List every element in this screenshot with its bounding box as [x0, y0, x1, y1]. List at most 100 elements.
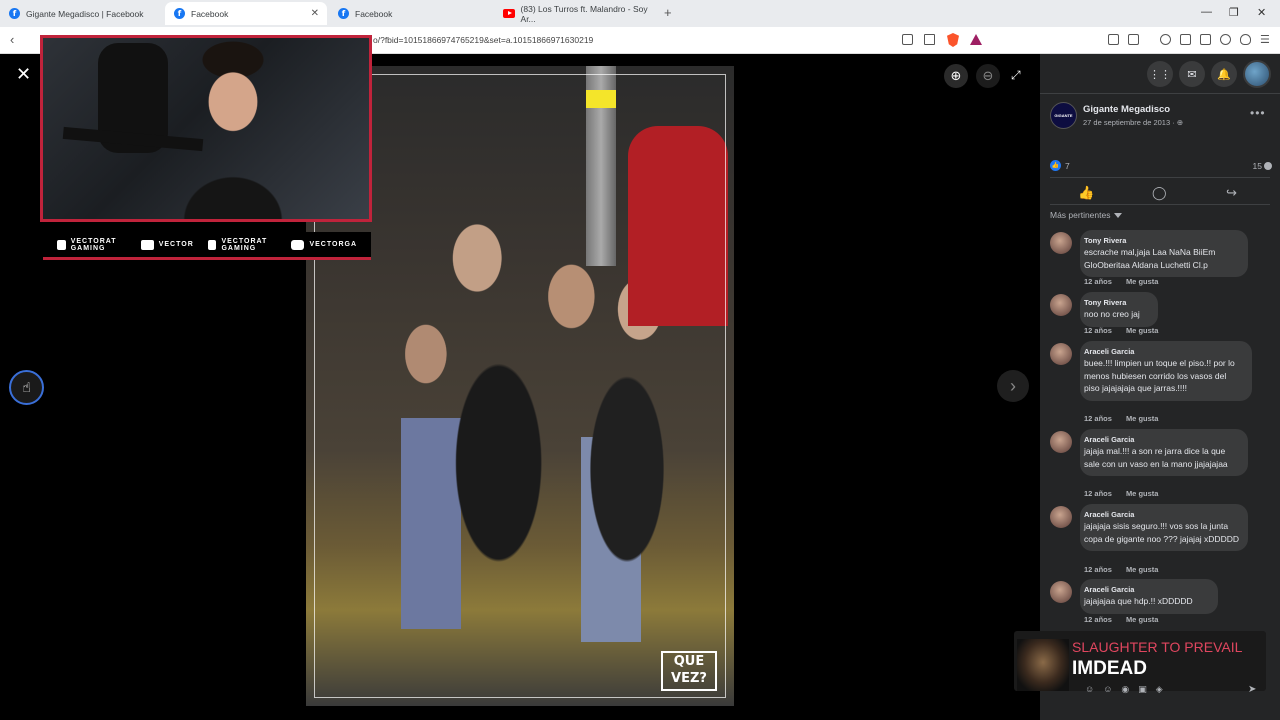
tab-facebook[interactable]: f Facebook — [329, 2, 494, 25]
social-instagram: VECTORGA — [291, 239, 357, 250]
zoom-in-icon[interactable]: ⊕ — [944, 64, 968, 88]
comment-meta: 12 años Me gusta — [1084, 414, 1172, 423]
sticker-icon[interactable]: ◈ — [1156, 684, 1163, 695]
brave-rewards-icon[interactable] — [970, 34, 982, 45]
sort-label: Más pertinentes — [1050, 210, 1111, 220]
social-twitch: VECTOR — [140, 239, 194, 250]
youtube-icon — [503, 9, 515, 18]
page-name[interactable]: Gigante Megadisco — [1083, 104, 1170, 115]
send-icon[interactable]: ➤ — [1248, 684, 1256, 695]
browser-tab-bar: f Gigante Megadisco | Facebook f Faceboo… — [0, 0, 1280, 27]
emoji-icon[interactable]: ☺ — [1103, 684, 1112, 695]
close-tab-icon[interactable]: ✕ — [311, 8, 319, 19]
brave-shield-icon[interactable] — [947, 33, 959, 47]
comment-time[interactable]: 12 años — [1084, 326, 1112, 335]
facebook-icon: f — [338, 8, 349, 19]
more-options-icon[interactable]: ••• — [1250, 106, 1266, 120]
commenter-avatar[interactable] — [1050, 232, 1072, 254]
wallet-icon[interactable] — [1200, 34, 1211, 45]
comment-time[interactable]: 12 años — [1084, 615, 1112, 624]
facebook-icon: f — [9, 8, 20, 19]
post-date-text: 27 de septiembre de 2013 · — [1083, 118, 1177, 127]
photo-border — [314, 74, 726, 698]
comment-author[interactable]: Tony Rivera — [1084, 297, 1150, 308]
comment-composer-icons: ☺ ☺ ◉ ▣ ◈ — [1085, 684, 1163, 695]
social-links-bar: VECTORAT GAMING VECTOR VECTORAT GAMING V… — [43, 232, 371, 260]
notifications-icon[interactable]: 🔔 — [1211, 61, 1237, 87]
comment-time[interactable]: 12 años — [1084, 414, 1112, 423]
social-label: VECTORGA — [309, 241, 357, 248]
profile-avatar[interactable] — [1243, 60, 1271, 88]
comment-meta: 12 años Me gusta — [1084, 565, 1172, 574]
sidebar-toggle-icon[interactable] — [1180, 34, 1191, 45]
comment-author[interactable]: Araceli Garcia — [1084, 346, 1244, 357]
commenter-avatar[interactable] — [1050, 506, 1072, 528]
comment-like-link[interactable]: Me gusta — [1126, 565, 1159, 574]
like-button-icon[interactable]: 👍 — [1078, 185, 1094, 201]
camera-icon[interactable]: ◉ — [1121, 684, 1129, 695]
comment-sort-dropdown[interactable]: Más pertinentes — [1050, 210, 1123, 220]
share-icon[interactable] — [924, 34, 935, 45]
comment-like-link[interactable]: Me gusta — [1126, 489, 1159, 498]
social-label: VECTOR — [158, 241, 194, 248]
close-viewer-icon[interactable]: ✕ — [16, 64, 31, 85]
tab-youtube[interactable]: (83) Los Turros ft. Malandro - Soy Ar... — [494, 2, 659, 25]
share-button-icon[interactable]: ↪ — [1226, 185, 1237, 201]
comment-meta: 12 años Me gusta — [1084, 615, 1172, 624]
commenter-avatar[interactable] — [1050, 581, 1072, 603]
gif-icon[interactable]: ▣ — [1138, 684, 1147, 695]
social-youtube: VECTORAT GAMING — [57, 238, 127, 252]
twitch-icon — [140, 239, 154, 250]
comment-time[interactable]: 12 años — [1084, 489, 1112, 498]
media-icon[interactable] — [1160, 34, 1171, 45]
divider — [1040, 93, 1280, 94]
page-avatar[interactable]: GIGANTE — [1050, 102, 1077, 129]
comment-like-link[interactable]: Me gusta — [1126, 414, 1159, 423]
like-count[interactable]: 7 — [1065, 161, 1070, 171]
leo-icon[interactable] — [1220, 34, 1231, 45]
comment-time[interactable]: 12 años — [1084, 277, 1112, 286]
post-date[interactable]: 27 de septiembre de 2013 · ⊕ — [1083, 118, 1183, 127]
back-icon[interactable]: ‹ — [10, 32, 14, 47]
next-photo-button[interactable]: › — [997, 370, 1029, 402]
new-tab-button[interactable]: + — [664, 5, 672, 20]
apps-grid-icon[interactable]: ⋮⋮ — [1147, 61, 1173, 87]
cast-icon[interactable] — [902, 34, 913, 45]
comment-time[interactable]: 12 años — [1084, 565, 1112, 574]
webcam-overlay — [40, 35, 372, 222]
close-window-button[interactable]: ✕ — [1257, 6, 1266, 19]
social-twitter: VECTORAT GAMING — [207, 238, 278, 252]
commenter-avatar[interactable] — [1050, 431, 1072, 453]
comment-author[interactable]: Tony Rivera — [1084, 235, 1240, 246]
menu-icon[interactable]: ☰ — [1260, 33, 1270, 46]
like-reaction-icon[interactable]: 👍 — [1050, 160, 1061, 171]
comment-like-link[interactable]: Me gusta — [1126, 277, 1159, 286]
comment-like-link[interactable]: Me gusta — [1126, 615, 1159, 624]
now-playing-artist: SLAUGHTER TO PREVAIL — [1072, 639, 1243, 655]
messenger-icon[interactable]: ✉ — [1179, 61, 1205, 87]
cursor-hand-icon[interactable]: ☝ — [9, 370, 44, 405]
comment-author[interactable]: Araceli Garcia — [1084, 584, 1210, 595]
minimize-button[interactable]: — — [1201, 6, 1212, 18]
avatar-sticker-icon[interactable]: ☺ — [1085, 684, 1094, 695]
maximize-button[interactable]: ❐ — [1229, 6, 1239, 19]
comment-author[interactable]: Araceli Garcia — [1084, 434, 1240, 445]
comment-author[interactable]: Araceli Garcia — [1084, 509, 1240, 520]
extensions-icon[interactable] — [1108, 34, 1119, 45]
commenter-avatar[interactable] — [1050, 343, 1072, 365]
tab-facebook-active[interactable]: f Facebook ✕ — [165, 2, 327, 25]
zoom-out-icon[interactable]: ⊖ — [976, 64, 1000, 88]
tab-label: Facebook — [355, 8, 393, 19]
fullscreen-icon[interactable]: ⤢ — [1011, 68, 1021, 83]
commenter-avatar[interactable] — [1050, 294, 1072, 316]
chevron-down-icon — [1114, 213, 1123, 219]
vpn-icon[interactable] — [1240, 34, 1251, 45]
reader-icon[interactable] — [1128, 34, 1139, 45]
globe-icon: ⊕ — [1176, 118, 1184, 127]
now-playing-overlay: SLAUGHTER TO PREVAIL IMDEAD — [1014, 631, 1266, 691]
comment-button-icon[interactable]: ◯ — [1152, 185, 1167, 201]
comment-count[interactable]: 15 — [1253, 161, 1262, 171]
tab-gigante-megadisco[interactable]: f Gigante Megadisco | Facebook — [0, 2, 165, 25]
comment-like-link[interactable]: Me gusta — [1126, 326, 1159, 335]
url-field[interactable]: o/?fbid=10151866974765219&set=a.10151866… — [373, 35, 593, 45]
